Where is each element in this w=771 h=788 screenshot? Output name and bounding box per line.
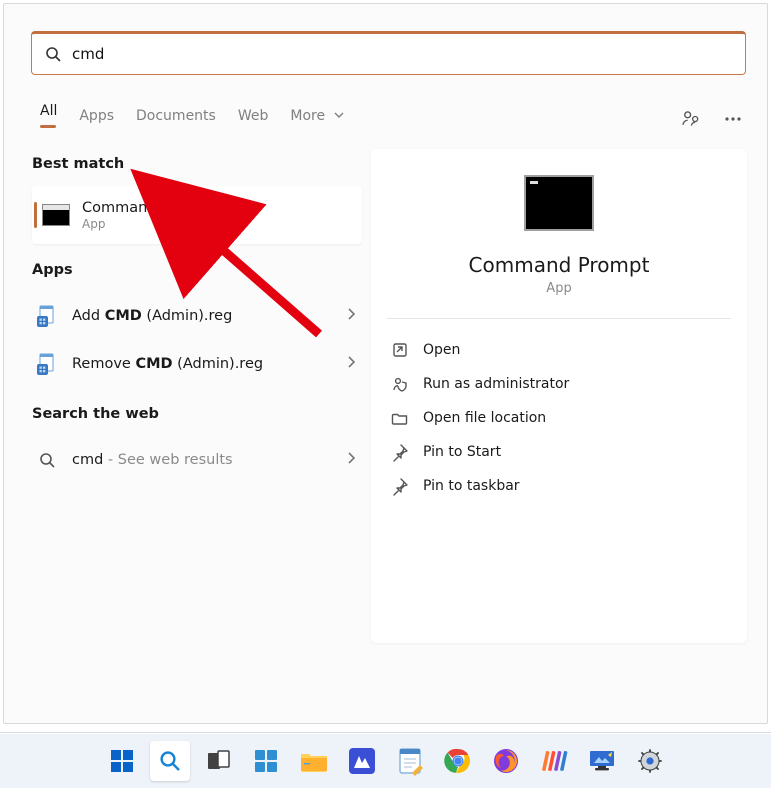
taskbar-firefox[interactable] (486, 741, 526, 781)
taskbar-chrome[interactable] (438, 741, 478, 781)
tab-more-label: More (290, 108, 325, 124)
taskbar-widgets[interactable] (246, 741, 286, 781)
tab-web[interactable]: Web (238, 108, 269, 134)
web-result-label: cmd - See web results (72, 452, 346, 468)
command-prompt-icon (42, 204, 70, 226)
taskbar-settings[interactable] (630, 741, 670, 781)
chevron-right-icon (346, 308, 356, 324)
sign-in-icon[interactable] (675, 103, 707, 135)
search-icon (44, 45, 62, 63)
detail-title: Command Prompt (389, 253, 729, 277)
chevron-down-icon (329, 108, 343, 124)
action-open[interactable]: Open (389, 333, 729, 367)
tab-all[interactable]: All (40, 103, 57, 138)
taskbar-app-blue[interactable] (342, 741, 382, 781)
taskbar-task-view[interactable] (198, 741, 238, 781)
taskbar-search[interactable] (150, 741, 190, 781)
taskbar-notepad[interactable] (390, 741, 430, 781)
tab-more[interactable]: More (290, 108, 343, 134)
detail-pane: Command Prompt App Open Run as administr… (371, 149, 747, 643)
folder-icon (391, 409, 409, 427)
open-icon (391, 341, 409, 359)
app-result-add-cmd[interactable]: Add CMD (Admin).reg (32, 292, 362, 340)
taskbar (0, 732, 771, 788)
shield-person-icon (391, 375, 409, 393)
action-label: Open (423, 342, 460, 358)
app-result-remove-cmd[interactable]: Remove CMD (Admin).reg (32, 340, 362, 388)
search-icon (36, 449, 58, 471)
app-result-label: Remove CMD (Admin).reg (72, 356, 346, 372)
header-actions (675, 103, 749, 135)
search-panel: All Apps Documents Web More Best match C… (3, 3, 768, 724)
section-best-match: Best match (32, 156, 362, 172)
action-run-admin[interactable]: Run as administrator (389, 367, 729, 401)
action-label: Pin to Start (423, 444, 501, 460)
result-subtitle: App (82, 217, 213, 231)
results-column: Best match Command Prompt App Apps Add C… (32, 156, 362, 484)
pin-icon (391, 443, 409, 461)
app-result-label: Add CMD (Admin).reg (72, 308, 346, 324)
reg-file-icon (36, 305, 58, 327)
taskbar-file-explorer[interactable] (294, 741, 334, 781)
web-result[interactable]: cmd - See web results (32, 436, 362, 484)
more-options-icon[interactable] (717, 103, 749, 135)
taskbar-display-settings[interactable] (582, 741, 622, 781)
chevron-right-icon (346, 452, 356, 468)
result-title: Command Prompt (82, 200, 213, 216)
detail-subtitle: App (389, 281, 729, 296)
tab-documents[interactable]: Documents (136, 108, 216, 134)
command-prompt-large-icon (524, 175, 594, 231)
taskbar-start[interactable] (102, 741, 142, 781)
taskbar-app-stripes[interactable] (534, 741, 574, 781)
chevron-right-icon (346, 356, 356, 372)
action-pin-start[interactable]: Pin to Start (389, 435, 729, 469)
action-open-location[interactable]: Open file location (389, 401, 729, 435)
tab-apps[interactable]: Apps (79, 108, 114, 134)
action-pin-taskbar[interactable]: Pin to taskbar (389, 469, 729, 503)
action-label: Run as administrator (423, 376, 569, 392)
section-apps: Apps (32, 262, 362, 278)
action-label: Open file location (423, 410, 546, 426)
divider (387, 318, 731, 319)
search-box[interactable] (31, 31, 746, 75)
reg-file-icon (36, 353, 58, 375)
action-label: Pin to taskbar (423, 478, 520, 494)
filter-tabs: All Apps Documents Web More (40, 103, 344, 138)
pin-icon (391, 477, 409, 495)
section-web: Search the web (32, 406, 362, 422)
search-input[interactable] (72, 45, 733, 63)
best-match-result[interactable]: Command Prompt App (32, 186, 362, 244)
